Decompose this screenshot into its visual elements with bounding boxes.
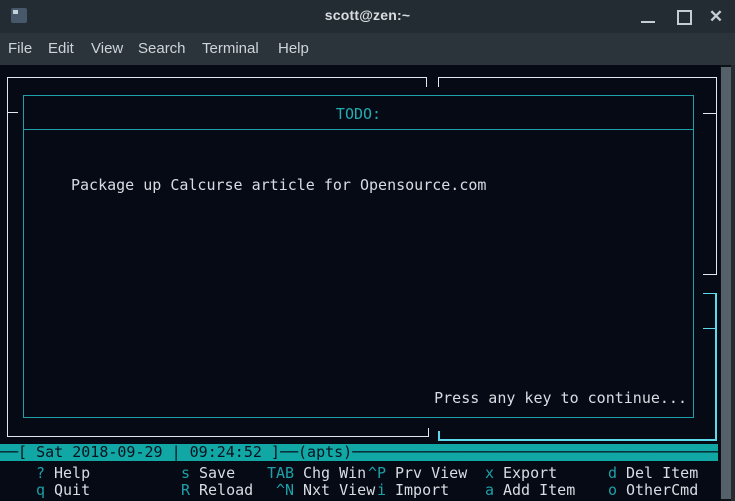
press-any-key-prompt: Press any key to continue... bbox=[434, 389, 687, 407]
key-del-item: d bbox=[608, 465, 617, 481]
label-del-item: Del Item bbox=[626, 465, 698, 481]
minimize-button[interactable] bbox=[633, 0, 663, 33]
menu-file[interactable]: File bbox=[8, 40, 32, 57]
label-save: Save bbox=[199, 465, 235, 481]
label-import: Import bbox=[395, 482, 449, 498]
label-add-item: Add Item bbox=[503, 482, 575, 498]
label-export: Export bbox=[503, 465, 557, 481]
todo-popup-title: TODO: bbox=[24, 105, 693, 123]
appointments-panel-scroll-tick bbox=[7, 112, 18, 113]
todo-panel-scroll-tick bbox=[703, 328, 715, 329]
calendar-panel-scroll-tick bbox=[703, 113, 716, 114]
key-quit: q bbox=[36, 482, 45, 498]
label-quit: Quit bbox=[54, 482, 90, 498]
key-import: i bbox=[377, 482, 386, 498]
label-help: Help bbox=[54, 465, 90, 481]
key-export: x bbox=[485, 465, 494, 481]
key-help: ? bbox=[36, 465, 45, 481]
terminal-window: scott@zen:~ ✕ File Edit View Search Term… bbox=[0, 0, 735, 501]
key-reload: R bbox=[181, 482, 190, 498]
key-prv-view: ^P bbox=[368, 465, 386, 481]
appointments-panel-border-corner-bottom bbox=[428, 428, 429, 437]
appointments-panel-border-top bbox=[7, 77, 427, 78]
label-reload: Reload bbox=[199, 482, 253, 498]
label-othercmd: OtherCmd bbox=[626, 482, 698, 498]
label-prv-view: Prv View bbox=[395, 465, 467, 481]
menu-edit[interactable]: Edit bbox=[48, 40, 74, 57]
todo-popup: TODO: Package up Calcurse article for Op… bbox=[23, 95, 694, 418]
calendar-panel-border-right bbox=[716, 77, 717, 275]
todo-panel-border-bottom bbox=[438, 439, 717, 441]
maximize-button[interactable] bbox=[669, 0, 699, 33]
scrollbar-edge bbox=[731, 65, 735, 501]
calendar-panel-border-top bbox=[438, 77, 717, 78]
key-save: s bbox=[181, 465, 190, 481]
label-nxt-view: Nxt View bbox=[303, 482, 375, 498]
todo-panel-border-right bbox=[715, 293, 717, 441]
todo-popup-header: TODO: bbox=[24, 96, 693, 130]
todo-item: Package up Calcurse article for Opensour… bbox=[71, 176, 486, 194]
close-button[interactable]: ✕ bbox=[701, 0, 731, 33]
minimize-icon bbox=[641, 21, 655, 23]
keybinding-row-1: ? Help s Save TAB Chg Win ^P Prv View x … bbox=[0, 465, 720, 481]
notification-bar: ──[ Sat 2018-09-29 | 09:24:52 ]──(apts)─… bbox=[0, 444, 718, 461]
key-add-item: a bbox=[485, 482, 494, 498]
terminal-scrollbar[interactable] bbox=[720, 65, 735, 501]
calendar-panel-border-corner bbox=[438, 77, 439, 87]
window-title: scott@zen:~ bbox=[0, 7, 735, 23]
todo-panel-border-bottom-corner bbox=[438, 431, 440, 441]
calendar-panel-border-bottom-corner bbox=[703, 274, 717, 275]
menu-search[interactable]: Search bbox=[138, 40, 186, 57]
appointments-panel-border-left bbox=[7, 77, 8, 437]
label-chg-win: Chg Win bbox=[303, 465, 366, 481]
appointments-panel-border-bottom bbox=[7, 436, 429, 437]
notification-bar-text: ──[ Sat 2018-09-29 | 09:24:52 ]──(apts)─… bbox=[0, 444, 718, 461]
appointments-panel-border-corner bbox=[426, 77, 427, 87]
menu-help[interactable]: Help bbox=[278, 40, 309, 57]
menubar: File Edit View Search Terminal Help bbox=[0, 33, 735, 65]
key-chg-win: TAB bbox=[267, 465, 294, 481]
menu-view[interactable]: View bbox=[91, 40, 123, 57]
terminal-content[interactable]: TODO: Package up Calcurse article for Op… bbox=[0, 65, 735, 501]
menu-terminal[interactable]: Terminal bbox=[202, 40, 259, 57]
keybinding-row-2: q Quit R Reload ^N Nxt View i Import a A… bbox=[0, 482, 720, 498]
titlebar[interactable]: scott@zen:~ ✕ bbox=[0, 0, 735, 33]
maximize-icon bbox=[677, 10, 692, 25]
key-othercmd: o bbox=[608, 482, 617, 498]
scrollbar-thumb[interactable] bbox=[721, 67, 731, 499]
key-nxt-view: ^N bbox=[276, 482, 294, 498]
